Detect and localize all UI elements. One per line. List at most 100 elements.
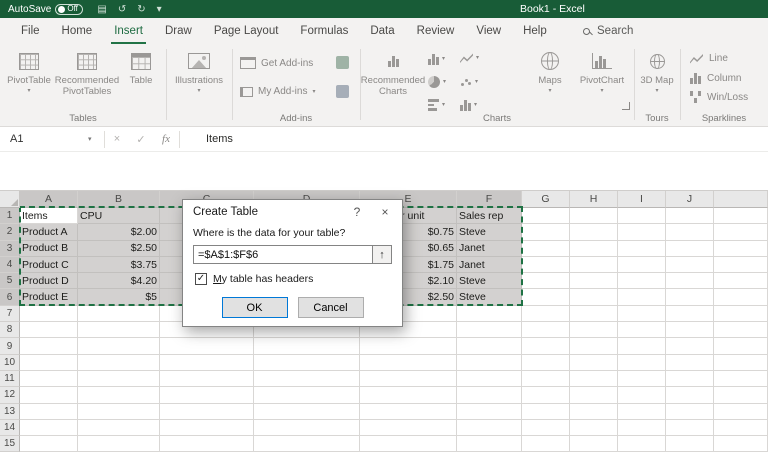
cell-A15[interactable] xyxy=(20,436,78,452)
illustrations-button[interactable]: Illustrations ▾ xyxy=(169,47,229,94)
cell-I2[interactable] xyxy=(618,224,666,240)
cell-J10[interactable] xyxy=(666,355,714,371)
row-header-4[interactable]: 4 xyxy=(0,257,20,273)
cell-H11[interactable] xyxy=(570,371,618,387)
tab-review[interactable]: Review xyxy=(406,18,466,44)
cell-J5[interactable] xyxy=(666,273,714,289)
cell-A1[interactable]: Items xyxy=(20,208,78,224)
cell-B3[interactable]: $2.50 xyxy=(78,241,160,257)
formula-bar-expanded-area[interactable] xyxy=(0,152,768,191)
cell-J15[interactable] xyxy=(666,436,714,452)
cell-J12[interactable] xyxy=(666,387,714,403)
cell-J13[interactable] xyxy=(666,404,714,420)
tab-data[interactable]: Data xyxy=(359,18,405,44)
cell-A10[interactable] xyxy=(20,355,78,371)
cell-J2[interactable] xyxy=(666,224,714,240)
cell-B14[interactable] xyxy=(78,420,160,436)
row-header-1[interactable]: 1 xyxy=(0,208,20,224)
row-header-2[interactable]: 2 xyxy=(0,224,20,240)
cell-I7[interactable] xyxy=(618,306,666,322)
addin-app-icon[interactable] xyxy=(336,56,349,69)
cell-extra11[interactable] xyxy=(714,371,768,387)
cell-H8[interactable] xyxy=(570,322,618,338)
cell-I14[interactable] xyxy=(618,420,666,436)
cell-B15[interactable] xyxy=(78,436,160,452)
row-header-14[interactable]: 14 xyxy=(0,420,20,436)
save-icon[interactable]: ▤ xyxy=(97,4,106,15)
cell-I9[interactable] xyxy=(618,338,666,354)
cell-G3[interactable] xyxy=(522,241,570,257)
cell-D14[interactable] xyxy=(254,420,360,436)
tab-home[interactable]: Home xyxy=(51,18,104,44)
row-header-6[interactable]: 6 xyxy=(0,289,20,305)
cell-I3[interactable] xyxy=(618,241,666,257)
cell-E10[interactable] xyxy=(360,355,457,371)
row-header-10[interactable]: 10 xyxy=(0,355,20,371)
cell-F12[interactable] xyxy=(457,387,522,403)
cell-H6[interactable] xyxy=(570,289,618,305)
cell-B8[interactable] xyxy=(78,322,160,338)
cell-J14[interactable] xyxy=(666,420,714,436)
cell-F14[interactable] xyxy=(457,420,522,436)
cell-D10[interactable] xyxy=(254,355,360,371)
cell-H7[interactable] xyxy=(570,306,618,322)
cell-F15[interactable] xyxy=(457,436,522,452)
pivotchart-button[interactable]: PivotChart ▾ xyxy=(574,47,630,94)
recommended-pivottables-button[interactable]: Recommended PivotTables xyxy=(56,47,118,97)
my-table-has-headers-checkbox[interactable]: ✓ xyxy=(195,273,207,285)
insert-column-chart-button[interactable]: ▾ xyxy=(428,53,445,65)
headers-checkbox-label[interactable]: My table has headers xyxy=(213,273,313,285)
cell-H4[interactable] xyxy=(570,257,618,273)
cell-B7[interactable] xyxy=(78,306,160,322)
cell-I6[interactable] xyxy=(618,289,666,305)
column-header-J[interactable]: J xyxy=(666,191,714,208)
maps-button[interactable]: Maps ▾ xyxy=(530,47,570,94)
cell-extra6[interactable] xyxy=(714,289,768,305)
cell-C12[interactable] xyxy=(160,387,254,403)
cell-F4[interactable]: Janet xyxy=(457,257,522,273)
insert-pie-chart-button[interactable]: ▾ xyxy=(428,76,446,88)
cell-F5[interactable]: Steve xyxy=(457,273,522,289)
cell-G12[interactable] xyxy=(522,387,570,403)
cell-A11[interactable] xyxy=(20,371,78,387)
cell-B4[interactable]: $3.75 xyxy=(78,257,160,273)
cell-B6[interactable]: $5 xyxy=(78,289,160,305)
row-header-8[interactable]: 8 xyxy=(0,322,20,338)
cell-I1[interactable] xyxy=(618,208,666,224)
tab-file[interactable]: File xyxy=(10,18,51,44)
tab-draw[interactable]: Draw xyxy=(154,18,203,44)
tab-page-layout[interactable]: Page Layout xyxy=(203,18,290,44)
cell-H12[interactable] xyxy=(570,387,618,403)
cell-A12[interactable] xyxy=(20,387,78,403)
cell-B10[interactable] xyxy=(78,355,160,371)
charts-dialog-launcher-icon[interactable] xyxy=(622,102,630,110)
cell-F1[interactable]: Sales rep xyxy=(457,208,522,224)
cell-J11[interactable] xyxy=(666,371,714,387)
insert-combo-chart-button[interactable]: ▾ xyxy=(460,99,477,111)
cell-B13[interactable] xyxy=(78,404,160,420)
cell-A14[interactable] xyxy=(20,420,78,436)
row-header-9[interactable]: 9 xyxy=(0,338,20,354)
cell-G14[interactable] xyxy=(522,420,570,436)
sparkline-column-button[interactable]: Column xyxy=(690,72,741,84)
cell-A13[interactable] xyxy=(20,404,78,420)
cell-D15[interactable] xyxy=(254,436,360,452)
cell-A5[interactable]: Product D xyxy=(20,273,78,289)
cell-C14[interactable] xyxy=(160,420,254,436)
row-header-3[interactable]: 3 xyxy=(0,241,20,257)
tab-insert[interactable]: Insert xyxy=(103,18,154,44)
cell-D11[interactable] xyxy=(254,371,360,387)
formula-bar-content[interactable]: Items xyxy=(206,133,233,145)
cell-extra14[interactable] xyxy=(714,420,768,436)
cancel-button[interactable]: Cancel xyxy=(298,297,364,318)
cell-E11[interactable] xyxy=(360,371,457,387)
cell-D9[interactable] xyxy=(254,338,360,354)
cell-G6[interactable] xyxy=(522,289,570,305)
cell-F9[interactable] xyxy=(457,338,522,354)
cell-G8[interactable] xyxy=(522,322,570,338)
insert-scatter-chart-button[interactable]: ▾ xyxy=(460,76,478,88)
insert-function-icon[interactable]: fx xyxy=(153,133,179,145)
cell-D13[interactable] xyxy=(254,404,360,420)
cell-F2[interactable]: Steve xyxy=(457,224,522,240)
undo-icon[interactable]: ↺ xyxy=(118,4,126,15)
